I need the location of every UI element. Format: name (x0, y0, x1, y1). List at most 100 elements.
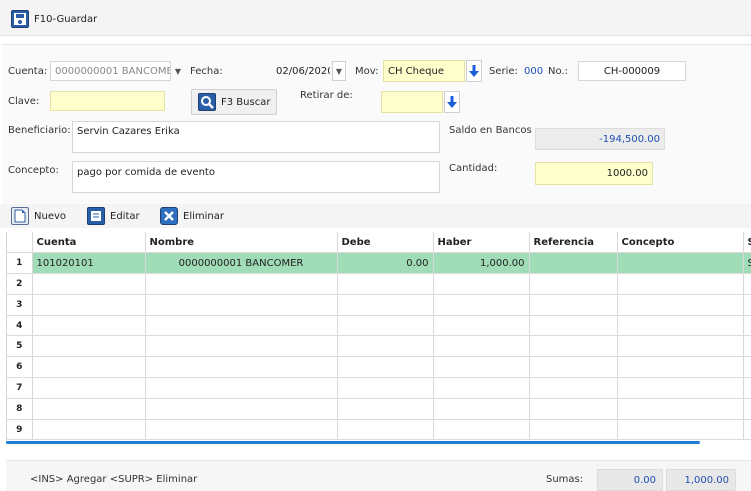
cell-nombre[interactable] (145, 356, 338, 379)
retirar-field[interactable] (381, 91, 443, 113)
cell-extra[interactable] (743, 315, 751, 337)
column-header-concepto[interactable]: Concepto (617, 232, 744, 254)
cell-debe[interactable] (337, 356, 434, 379)
cuenta-dropdown-icon[interactable]: ▼ (171, 61, 185, 81)
serie-field[interactable]: 000 (522, 61, 543, 81)
cell-concepto[interactable] (617, 398, 744, 420)
cell-extra[interactable] (743, 356, 751, 379)
cell-debe[interactable] (337, 377, 434, 399)
table-row[interactable]: 1 101020101 0000000001 BANCOMER 0.00 1,0… (7, 252, 751, 275)
cell-referencia[interactable] (529, 294, 618, 316)
cell-cuenta[interactable] (32, 377, 146, 399)
cell-extra[interactable] (743, 419, 751, 441)
cell-cuenta[interactable] (32, 356, 146, 379)
cell-haber[interactable] (433, 419, 530, 441)
cell-referencia[interactable] (529, 356, 618, 379)
cell-cuenta[interactable] (32, 273, 146, 295)
cell-extra[interactable]: S (743, 252, 751, 275)
column-header-haber[interactable]: Haber (433, 232, 530, 254)
editar-button[interactable]: Editar (84, 205, 143, 227)
fecha-dropdown-icon[interactable]: ▼ (332, 61, 346, 81)
cell-concepto[interactable] (617, 315, 744, 337)
cell-nombre[interactable] (145, 377, 338, 399)
column-header-cuenta[interactable]: Cuenta (32, 232, 146, 254)
mov-field[interactable]: CH Cheque (383, 60, 465, 82)
cuenta-combo[interactable]: 0000000001 BANCOMER (50, 61, 171, 81)
retirar-arrow-icon[interactable] (444, 91, 460, 113)
table-row[interactable]: 4 (7, 315, 751, 337)
cell-concepto[interactable] (617, 356, 744, 379)
cell-concepto[interactable] (617, 419, 744, 441)
cell-nombre[interactable] (145, 419, 338, 441)
cell-extra[interactable] (743, 377, 751, 399)
table-row[interactable]: 3 (7, 294, 751, 316)
cell-referencia[interactable] (529, 398, 618, 420)
fecha-field[interactable]: 02/06/2020 (272, 61, 330, 81)
table-row[interactable]: 9 (7, 419, 751, 441)
cantidad-field[interactable]: 1000.00 (535, 162, 653, 185)
cell-cuenta[interactable] (32, 398, 146, 420)
cell-debe[interactable] (337, 273, 434, 295)
beneficiario-field[interactable]: Servin Cazares Erika (72, 121, 440, 153)
cell-haber[interactable] (433, 356, 530, 379)
cell-referencia[interactable] (529, 419, 618, 441)
table-row[interactable]: 2 (7, 273, 751, 295)
cell-debe[interactable] (337, 315, 434, 337)
cell-debe[interactable] (337, 398, 434, 420)
cell-referencia[interactable] (529, 252, 618, 275)
save-button[interactable]: F10-Guardar (8, 8, 100, 30)
clave-field[interactable] (50, 91, 165, 111)
cell-referencia[interactable] (529, 377, 618, 399)
cell-haber[interactable] (433, 294, 530, 316)
column-header-debe[interactable]: Debe (337, 232, 434, 254)
cell-nombre[interactable] (145, 315, 338, 337)
cell-debe[interactable]: 0.00 (337, 252, 434, 275)
cell-extra[interactable] (743, 335, 751, 358)
table-row[interactable]: 8 (7, 398, 751, 420)
cell-debe[interactable] (337, 294, 434, 316)
cell-haber[interactable] (433, 377, 530, 399)
table-row[interactable]: 6 (7, 356, 751, 379)
horizontal-scrollbar[interactable] (6, 441, 700, 444)
cell-concepto[interactable] (617, 294, 744, 316)
table-row[interactable]: 7 (7, 377, 751, 399)
cell-referencia[interactable] (529, 315, 618, 337)
cell-haber[interactable]: 1,000.00 (433, 252, 530, 275)
cell-haber[interactable] (433, 315, 530, 337)
table-row[interactable]: 5 (7, 335, 751, 358)
cell-cuenta[interactable] (32, 335, 146, 358)
cell-cuenta[interactable] (32, 419, 146, 441)
cell-referencia[interactable] (529, 273, 618, 295)
eliminar-button[interactable]: Eliminar (157, 205, 227, 227)
cell-nombre[interactable] (145, 335, 338, 358)
concepto-field[interactable]: pago por comida de evento (72, 161, 440, 193)
cell-extra[interactable] (743, 294, 751, 316)
cell-cuenta[interactable]: 101020101 (32, 252, 146, 275)
cell-cuenta[interactable] (32, 315, 146, 337)
cell-concepto[interactable] (617, 377, 744, 399)
buscar-button[interactable]: F3 Buscar (191, 89, 278, 115)
cell-nombre[interactable] (145, 398, 338, 420)
cell-referencia[interactable] (529, 335, 618, 358)
mov-arrow-icon[interactable] (466, 60, 482, 82)
cell-concepto[interactable] (617, 273, 744, 295)
cell-haber[interactable] (433, 398, 530, 420)
cell-concepto[interactable] (617, 252, 744, 275)
column-header-referencia[interactable]: Referencia (529, 232, 618, 254)
cell-concepto[interactable] (617, 335, 744, 358)
cell-debe[interactable] (337, 335, 434, 358)
cell-debe[interactable] (337, 419, 434, 441)
cell-nombre[interactable] (145, 294, 338, 316)
nuevo-button[interactable]: Nuevo (8, 205, 69, 227)
cell-nombre[interactable] (145, 273, 338, 295)
cell-nombre[interactable]: 0000000001 BANCOMER (145, 252, 338, 275)
fecha-value: 02/06/2020 (276, 65, 330, 77)
cell-haber[interactable] (433, 335, 530, 358)
cell-extra[interactable] (743, 273, 751, 295)
no-field[interactable]: CH-000009 (578, 61, 686, 81)
cell-haber[interactable] (433, 273, 530, 295)
column-header-extra[interactable]: S (743, 232, 751, 254)
column-header-nombre[interactable]: Nombre (145, 232, 338, 254)
cell-extra[interactable] (743, 398, 751, 420)
cell-cuenta[interactable] (32, 294, 146, 316)
